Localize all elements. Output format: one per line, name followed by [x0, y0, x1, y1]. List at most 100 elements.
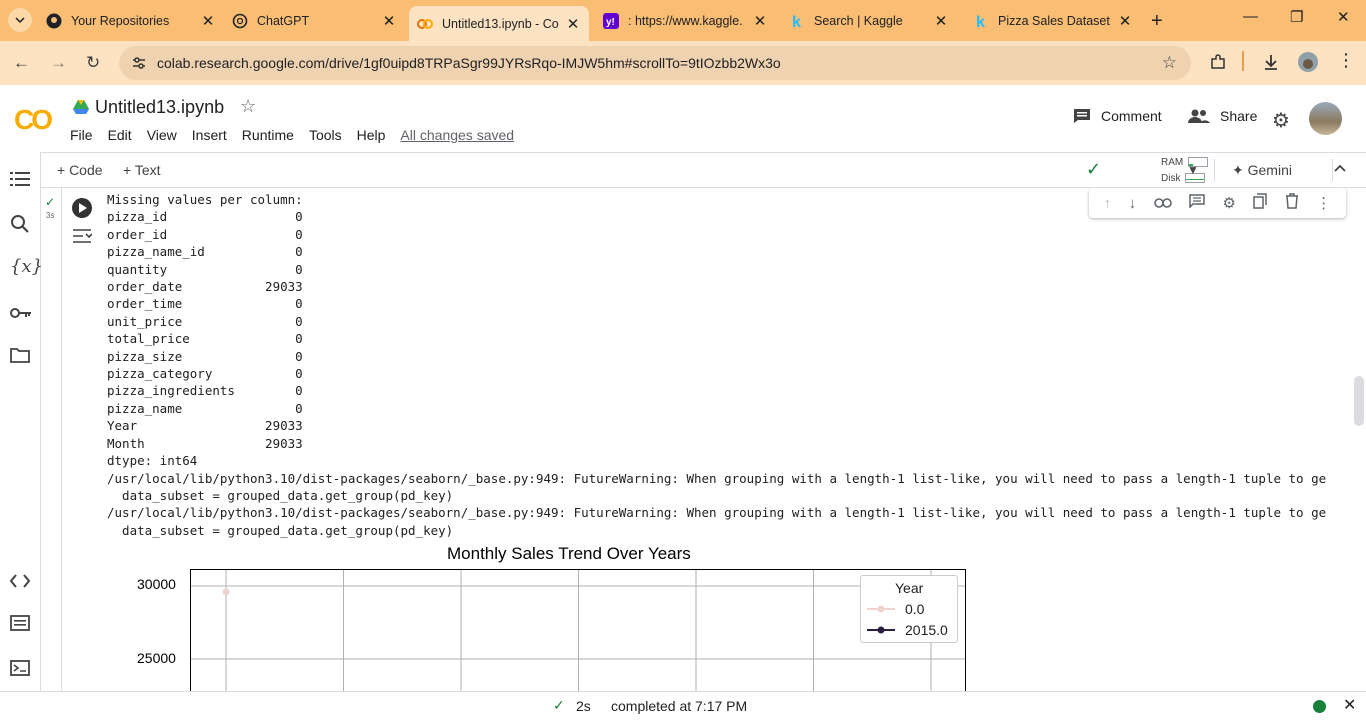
toolbar-divider [1332, 159, 1333, 181]
output-line: /usr/local/lib/python3.10/dist-packages/… [107, 470, 1327, 486]
link-icon[interactable] [1153, 195, 1172, 212]
notebook-title[interactable]: Untitled13.ipynb [95, 97, 224, 118]
run-cell-button[interactable] [72, 198, 92, 218]
move-down-arrow-icon[interactable]: ↓ [1129, 195, 1137, 212]
more-options-icon[interactable]: ⋮ [1316, 194, 1331, 212]
menu-runtime[interactable]: Runtime [242, 127, 294, 143]
colab-icon [417, 16, 433, 32]
terminal-icon[interactable] [10, 660, 30, 681]
share-people-icon [1188, 109, 1210, 123]
browser-tab[interactable]: k Search | Kaggle ✕ [789, 6, 949, 35]
output-actions-icon[interactable] [72, 228, 93, 249]
new-tab-plus-icon[interactable]: + [1151, 10, 1163, 33]
browser-menu-icon[interactable]: ⋮ [1337, 50, 1355, 71]
close-icon[interactable]: ✕ [752, 12, 768, 30]
colab-logo[interactable]: CO [14, 104, 53, 136]
comment-icon[interactable] [1189, 194, 1205, 212]
gemini-label: Gemini [1247, 162, 1292, 178]
add-code-button[interactable]: + Code [57, 162, 103, 178]
output-line: quantity 0 [107, 261, 303, 277]
search-icon[interactable] [10, 214, 30, 239]
extensions-icon[interactable] [1209, 53, 1227, 76]
add-text-button[interactable]: + Text [123, 162, 161, 178]
kaggle-icon: k [789, 13, 805, 29]
close-icon[interactable]: ✕ [933, 12, 949, 30]
resource-monitor[interactable]: RAM Disk [1161, 155, 1209, 187]
chart-legend: Year 0.0 2015.0 [860, 575, 958, 643]
toolbar-divider [1242, 51, 1244, 71]
vertical-scrollbar-thumb[interactable] [1354, 376, 1364, 426]
table-of-contents-icon[interactable] [10, 170, 30, 193]
output-line: /usr/local/lib/python3.10/dist-packages/… [107, 505, 1327, 521]
output-line: pizza_category 0 [107, 366, 303, 382]
menu-help[interactable]: Help [357, 127, 386, 143]
legend-marker [867, 626, 895, 634]
browser-tab[interactable]: y! : https://www.kaggle. ✕ [603, 6, 768, 35]
menu-file[interactable]: File [70, 127, 93, 143]
output-line: order_id 0 [107, 226, 303, 242]
save-status-link[interactable]: All changes saved [400, 127, 514, 143]
close-status-icon[interactable]: ✕ [1343, 695, 1356, 715]
restore-icon[interactable]: ❐ [1290, 8, 1303, 26]
tab-search-button[interactable] [8, 8, 32, 32]
status-elapsed: 2s [576, 698, 591, 714]
comment-icon [1074, 109, 1090, 123]
gemini-button[interactable]: ✦ Gemini [1232, 162, 1292, 179]
download-icon[interactable] [1262, 53, 1280, 76]
settings-gear-icon[interactable]: ⚙ [1272, 108, 1290, 133]
site-info-icon[interactable] [131, 55, 147, 76]
menu-insert[interactable]: Insert [192, 127, 227, 143]
address-bar[interactable]: colab.research.google.com/drive/1gf0uipd… [119, 46, 1191, 80]
menu-bar: File Edit View Insert Runtime Tools Help… [70, 127, 529, 143]
chart-svg [191, 570, 965, 698]
files-folder-icon[interactable] [10, 347, 30, 368]
comment-button[interactable]: Comment [1073, 108, 1162, 124]
google-drive-icon[interactable] [73, 100, 89, 119]
browser-tab[interactable]: k Pizza Sales Dataset ✕ [973, 6, 1133, 35]
ram-label: RAM [1161, 157, 1184, 168]
browser-tab[interactable]: Your Repositories ✕ [46, 6, 216, 35]
bookmark-star-icon[interactable]: ☆ [1162, 53, 1177, 73]
move-up-arrow-icon[interactable]: ↑ [1104, 195, 1112, 212]
star-icon[interactable]: ☆ [240, 96, 256, 117]
close-icon[interactable]: ✕ [565, 15, 581, 33]
reload-icon[interactable]: ↻ [86, 53, 100, 73]
close-icon[interactable]: ✕ [381, 12, 397, 30]
output-line: data_subset = grouped_data.get_group(pd_… [107, 487, 454, 503]
output-line: unit_price 0 [107, 313, 303, 329]
delete-trash-icon[interactable] [1285, 193, 1299, 213]
runtime-dropdown-icon[interactable]: ▼ [1187, 163, 1199, 177]
browser-tab[interactable]: ChatGPT ✕ [232, 6, 397, 35]
share-button[interactable]: Share [1188, 108, 1257, 124]
command-palette-icon[interactable] [10, 615, 30, 636]
chart-title: Monthly Sales Trend Over Years [447, 544, 691, 563]
variables-icon[interactable]: {x} [10, 256, 43, 277]
user-avatar[interactable] [1309, 102, 1342, 135]
cell-settings-gear-icon[interactable]: ⚙ [1222, 194, 1235, 212]
y-tick-label: 30000 [137, 576, 176, 592]
forward-arrow-icon[interactable]: → [50, 53, 67, 73]
close-icon[interactable]: ✕ [1117, 12, 1133, 30]
close-icon[interactable]: ✕ [200, 12, 216, 30]
profile-avatar[interactable] [1297, 51, 1319, 78]
mirror-cell-icon[interactable] [1253, 193, 1268, 213]
menu-tools[interactable]: Tools [309, 127, 342, 143]
back-arrow-icon[interactable]: ← [13, 53, 30, 73]
menu-edit[interactable]: Edit [108, 127, 132, 143]
menu-view[interactable]: View [147, 127, 177, 143]
share-label: Share [1220, 108, 1258, 124]
url-text: colab.research.google.com/drive/1gf0uipd… [157, 55, 781, 71]
output-line: dtype: int64 [107, 453, 198, 469]
cell-toolbar: ↑ ↓ ⚙ ⋮ [1089, 188, 1346, 218]
browser-tab-active[interactable]: Untitled13.ipynb - Co ✕ [409, 6, 589, 41]
secrets-key-icon[interactable] [10, 304, 32, 325]
window-close-icon[interactable]: ✕ [1337, 8, 1350, 26]
left-sidebar: {x} [0, 152, 43, 692]
connected-check-icon: ✓ [1086, 159, 1102, 179]
svg-text:k: k [976, 14, 985, 29]
minimize-icon[interactable]: — [1243, 8, 1258, 25]
output-line: order_time 0 [107, 296, 303, 312]
collapse-chevron-up-icon[interactable] [1334, 161, 1346, 177]
code-snippets-icon[interactable] [9, 572, 31, 593]
output-line: pizza_name_id 0 [107, 244, 303, 260]
